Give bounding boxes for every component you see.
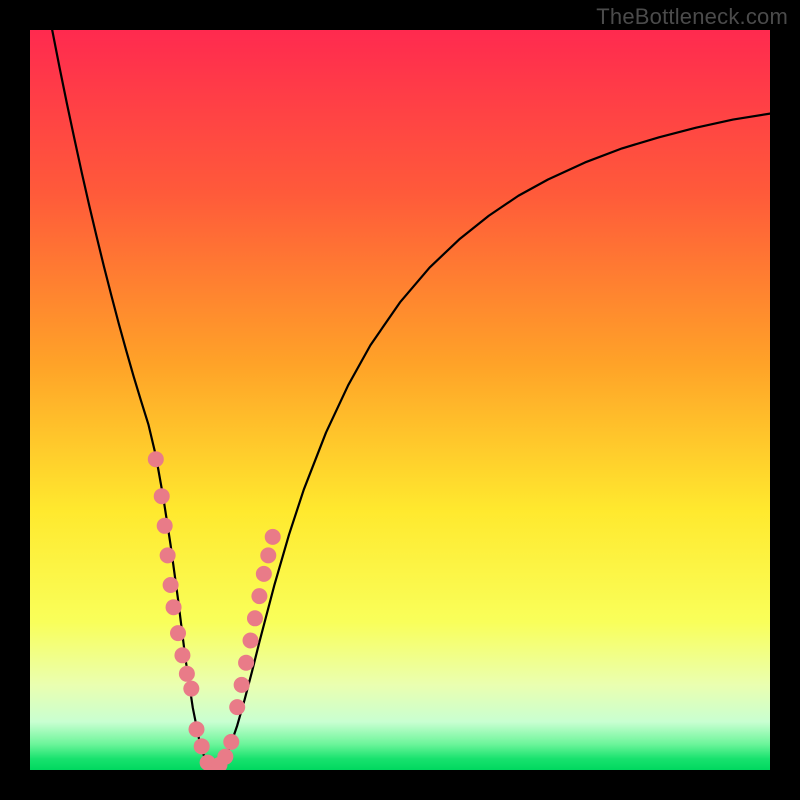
bottleneck-chart bbox=[30, 30, 770, 770]
marker-dot bbox=[217, 749, 233, 765]
marker-dot bbox=[170, 625, 186, 641]
marker-dot bbox=[157, 518, 173, 534]
watermark-label: TheBottleneck.com bbox=[596, 4, 788, 30]
marker-dot bbox=[243, 633, 259, 649]
marker-dot bbox=[179, 666, 195, 682]
marker-dot bbox=[154, 488, 170, 504]
marker-dot bbox=[256, 566, 272, 582]
marker-dot bbox=[234, 677, 250, 693]
plot-area bbox=[30, 30, 770, 770]
marker-dot bbox=[160, 547, 176, 563]
marker-dot bbox=[260, 547, 276, 563]
marker-dot bbox=[183, 681, 199, 697]
marker-dot bbox=[238, 655, 254, 671]
marker-dot bbox=[189, 721, 205, 737]
marker-dot bbox=[223, 734, 239, 750]
marker-dot bbox=[251, 588, 267, 604]
chart-frame: TheBottleneck.com bbox=[0, 0, 800, 800]
marker-dot bbox=[229, 699, 245, 715]
marker-dot bbox=[247, 610, 263, 626]
marker-dot bbox=[265, 529, 281, 545]
marker-dot bbox=[174, 647, 190, 663]
marker-dot bbox=[148, 451, 164, 467]
marker-dot bbox=[166, 599, 182, 615]
marker-dot bbox=[194, 738, 210, 754]
marker-dot bbox=[163, 577, 179, 593]
